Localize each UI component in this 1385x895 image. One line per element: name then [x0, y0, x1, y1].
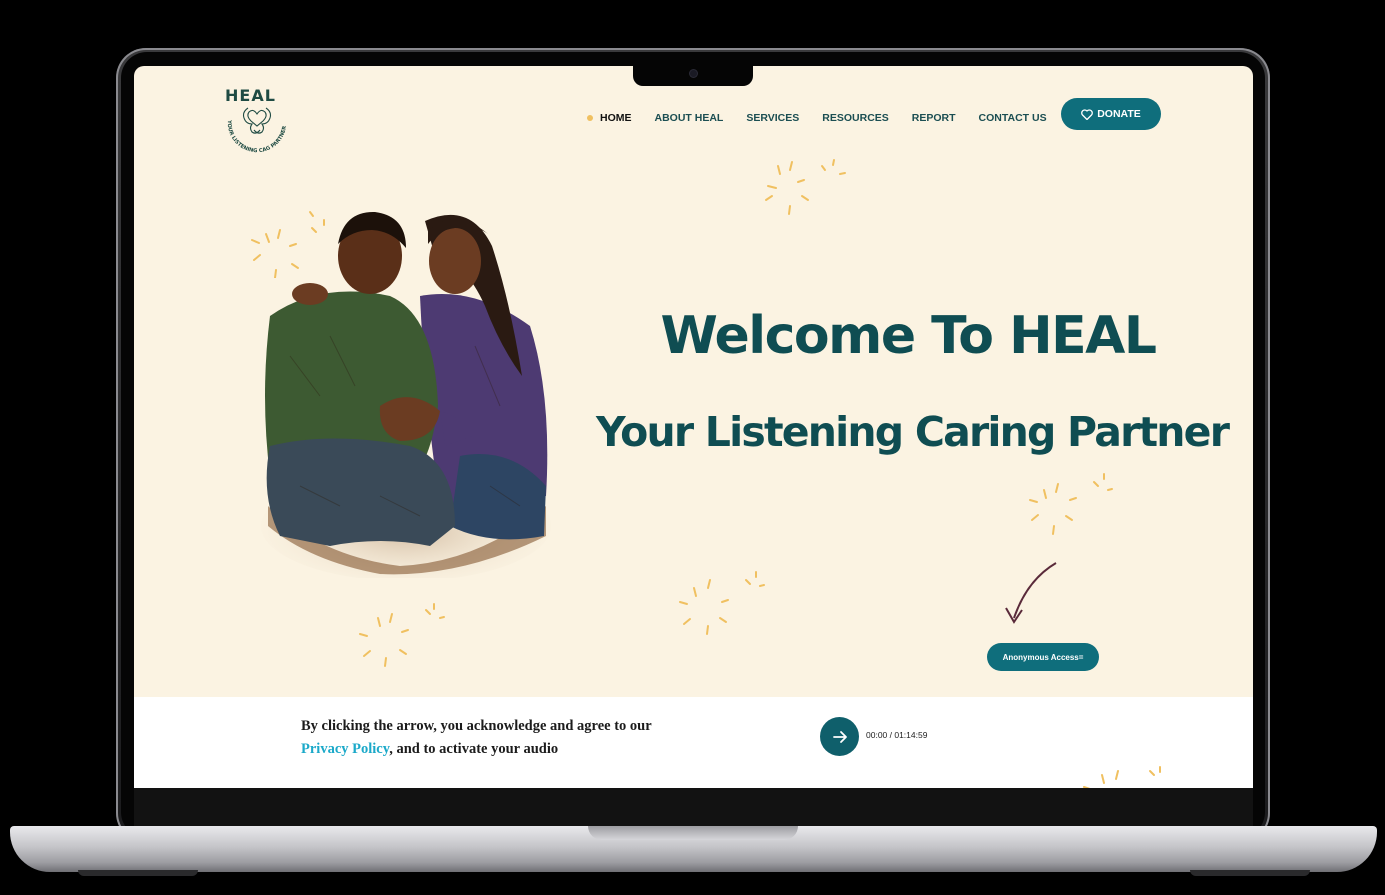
logo-tagline: YOUR LISTENING CAG PARTNER — [226, 119, 288, 154]
website-screen: HEAL YOUR LISTENING CAG PARTNER HOME ABO… — [134, 66, 1253, 788]
heart-icon — [1081, 108, 1094, 120]
nav-home-label: HOME — [600, 112, 632, 124]
sparkle-icon — [251, 211, 325, 278]
consent-line-2: Privacy Policy, and to activate your aud… — [301, 738, 652, 761]
consent-text: By clicking the arrow, you acknowledge a… — [301, 715, 652, 761]
main-nav: HOME ABOUT HEAL SERVICES RESOURCES REPOR… — [587, 112, 1070, 124]
consent-line-1: By clicking the arrow, you acknowledge a… — [301, 718, 652, 734]
sparkle-icon — [1029, 473, 1113, 535]
donate-label: DONATE — [1097, 108, 1141, 120]
privacy-policy-link[interactable]: Privacy Policy — [301, 741, 389, 757]
sparkle-icon — [765, 159, 846, 215]
curved-arrow-icon — [1005, 562, 1057, 624]
camera-icon — [690, 70, 697, 77]
nav-home[interactable]: HOME — [587, 112, 632, 124]
nav-services[interactable]: SERVICES — [746, 112, 799, 124]
laptop-foot-left — [78, 870, 198, 876]
active-dot-icon — [587, 115, 593, 121]
screen-bottom-strip — [134, 788, 1253, 828]
sparkle-icon — [1083, 766, 1161, 788]
camera-notch — [633, 66, 753, 86]
sparkle-icon — [679, 571, 765, 635]
svg-text:YOUR LISTENING CAG PARTNER: YOUR LISTENING CAG PARTNER — [226, 119, 288, 154]
laptop-base-notch — [588, 826, 798, 840]
hero-subtitle: Your Listening Caring Partner — [596, 408, 1230, 456]
anonymous-access-button[interactable]: Anonymous Access= — [987, 643, 1099, 671]
arrow-right-icon — [832, 730, 847, 743]
hero-title: Welcome To HEAL — [660, 306, 1157, 366]
consent-bar: By clicking the arrow, you acknowledge a… — [134, 697, 1253, 788]
nav-about[interactable]: ABOUT HEAL — [655, 112, 724, 124]
nav-report[interactable]: REPORT — [912, 112, 956, 124]
laptop-foot-right — [1190, 870, 1310, 876]
site-logo[interactable]: HEAL YOUR LISTENING CAG PARTNER — [220, 86, 292, 162]
activate-audio-button[interactable] — [820, 717, 859, 756]
consent-line-2-rest: , and to activate your audio — [389, 741, 559, 757]
nav-resources[interactable]: RESOURCES — [822, 112, 889, 124]
sparkle-icon — [359, 603, 445, 667]
audio-time: 00:00 / 01:14:59 — [866, 730, 928, 740]
nav-contact[interactable]: CONTACT US — [979, 112, 1047, 124]
logo-emblem-icon: YOUR LISTENING CAG PARTNER — [226, 107, 288, 154]
donate-button[interactable]: DONATE — [1061, 98, 1161, 130]
